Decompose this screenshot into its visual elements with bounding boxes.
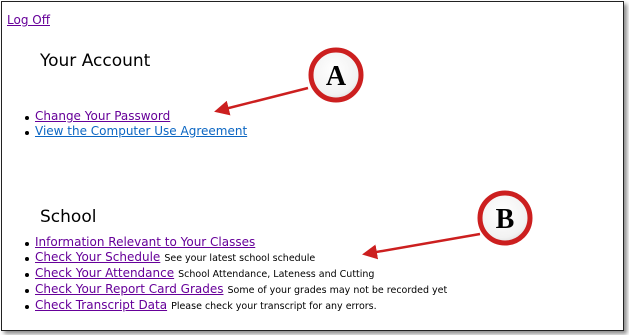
arrow-a-icon <box>214 86 309 116</box>
annotation-overlay: A B <box>214 47 533 260</box>
annotation-b: B <box>362 190 533 260</box>
arrow-b-icon <box>362 232 481 260</box>
annotation-a: A <box>214 47 364 116</box>
callout-a-letter: A <box>326 61 347 92</box>
callout-b-letter: B <box>496 204 515 235</box>
